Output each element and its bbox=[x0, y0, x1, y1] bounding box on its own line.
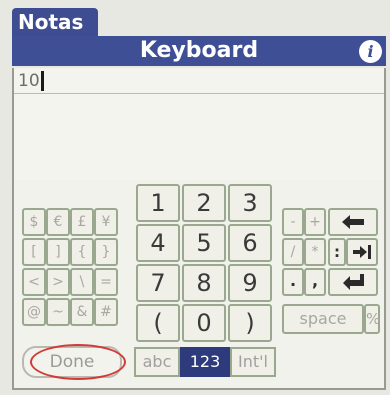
period-key[interactable]: . bbox=[282, 268, 304, 296]
text-line: 10 bbox=[14, 68, 384, 94]
symbol-key[interactable]: # bbox=[94, 298, 118, 326]
symbol-key[interactable]: ~ bbox=[46, 298, 70, 326]
symbol-key[interactable]: > bbox=[46, 268, 70, 296]
symbol-key[interactable]: [ bbox=[22, 238, 46, 266]
colon-key[interactable]: : bbox=[328, 238, 346, 266]
text-cursor bbox=[41, 71, 44, 91]
symbol-key[interactable]: { bbox=[70, 238, 94, 266]
symbol-key[interactable]: € bbox=[46, 208, 70, 236]
symbol-key[interactable]: } bbox=[94, 238, 118, 266]
enter-arrow-icon bbox=[343, 274, 364, 290]
mode-abc-button[interactable]: abc bbox=[134, 347, 180, 377]
backspace-key[interactable] bbox=[328, 208, 378, 236]
space-key[interactable]: space bbox=[282, 304, 364, 334]
number-key[interactable]: 7 bbox=[136, 264, 180, 302]
symbol-key[interactable]: £ bbox=[70, 208, 94, 236]
enter-key[interactable] bbox=[328, 268, 378, 296]
info-icon[interactable]: i bbox=[359, 40, 382, 63]
text-value: 10 bbox=[18, 71, 40, 91]
number-key[interactable]: 1 bbox=[136, 184, 180, 222]
plus-key[interactable]: + bbox=[304, 208, 326, 236]
number-key[interactable]: ( bbox=[136, 304, 180, 342]
number-key[interactable]: 6 bbox=[228, 224, 272, 262]
asterisk-key[interactable]: * bbox=[304, 238, 326, 266]
symbol-key[interactable]: ] bbox=[46, 238, 70, 266]
minus-key[interactable]: - bbox=[282, 208, 304, 236]
title-bar: Keyboard i bbox=[12, 36, 386, 66]
text-area[interactable]: 10 bbox=[12, 68, 386, 180]
symbol-key[interactable]: $ bbox=[22, 208, 46, 236]
symbol-key[interactable]: = bbox=[94, 268, 118, 296]
comma-key[interactable]: , bbox=[304, 268, 326, 296]
number-key[interactable]: 0 bbox=[182, 304, 226, 342]
mode-intl-button[interactable]: Int'l bbox=[230, 347, 276, 377]
mode-123-button[interactable]: 123 bbox=[180, 347, 230, 377]
symbol-key[interactable]: \ bbox=[70, 268, 94, 296]
page-title: Keyboard bbox=[139, 38, 259, 63]
number-key[interactable]: 3 bbox=[228, 184, 272, 222]
backspace-arrow-icon bbox=[342, 215, 364, 229]
number-key[interactable]: 9 bbox=[228, 264, 272, 302]
number-key[interactable]: ) bbox=[228, 304, 272, 342]
number-key[interactable]: 4 bbox=[136, 224, 180, 262]
tab-arrow-icon bbox=[353, 245, 371, 259]
number-key[interactable]: 5 bbox=[182, 224, 226, 262]
app-tab[interactable]: Notas bbox=[12, 8, 98, 36]
number-key[interactable]: 2 bbox=[182, 184, 226, 222]
highlight-ring bbox=[30, 344, 126, 380]
symbol-key[interactable]: & bbox=[70, 298, 94, 326]
symbol-key[interactable]: < bbox=[22, 268, 46, 296]
keyboard-panel: $ € £ ¥ [ ] { } < > \ = @ ~ & # 1 2 3 4 … bbox=[12, 180, 386, 390]
symbol-key[interactable]: ¥ bbox=[94, 208, 118, 236]
screen: Notas Keyboard i 10 $ € £ ¥ [ ] { } < > … bbox=[0, 0, 390, 395]
slash-key[interactable]: / bbox=[282, 238, 304, 266]
symbol-key[interactable]: @ bbox=[22, 298, 46, 326]
percent-key[interactable]: % bbox=[364, 304, 380, 334]
tab-key[interactable] bbox=[346, 238, 378, 266]
number-key[interactable]: 8 bbox=[182, 264, 226, 302]
